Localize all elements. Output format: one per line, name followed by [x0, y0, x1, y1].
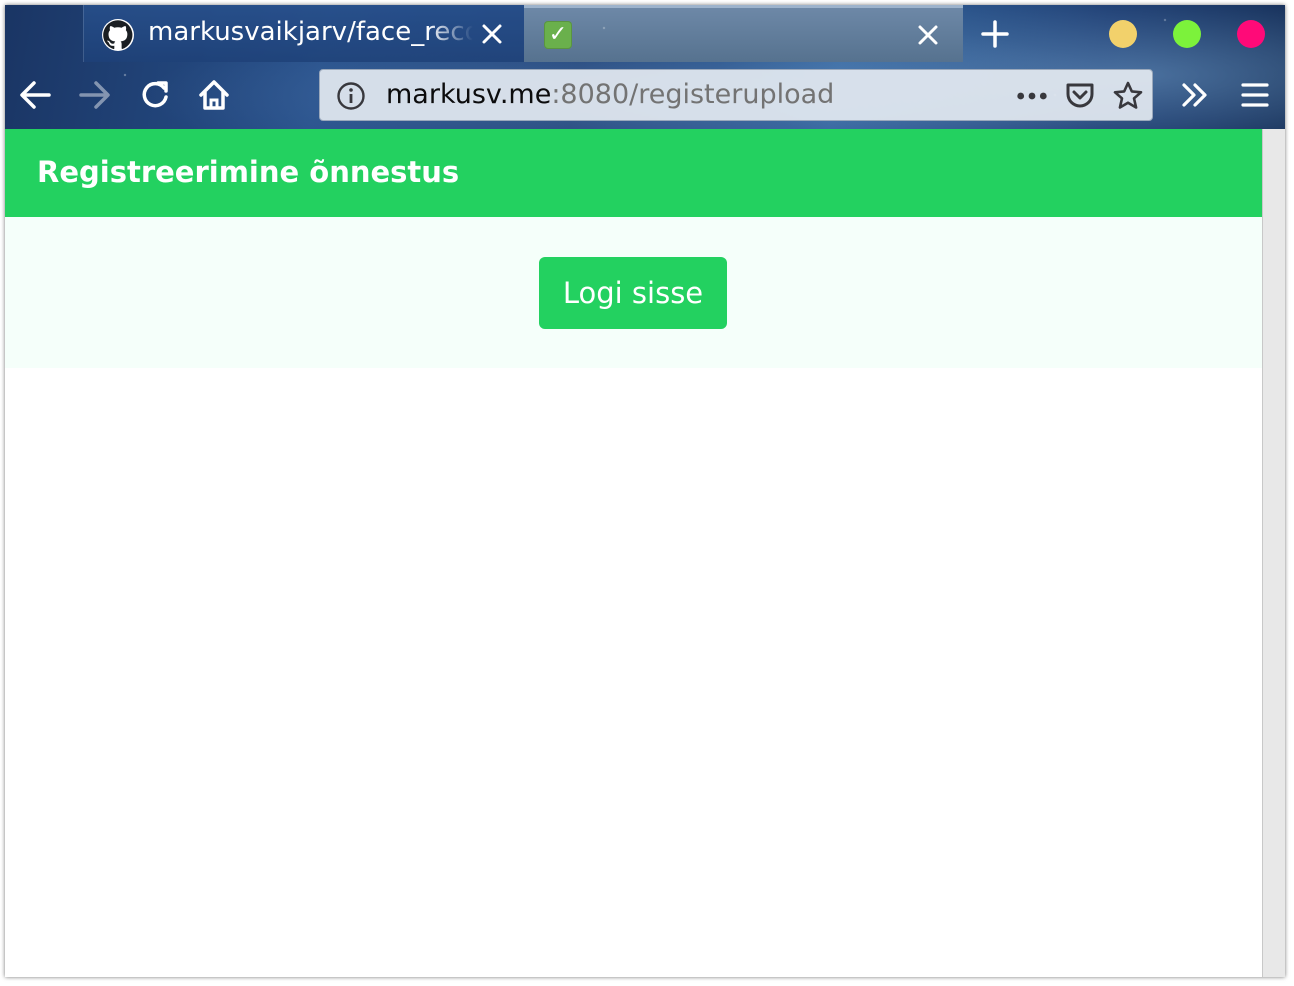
- site-info-icon[interactable]: [336, 81, 366, 111]
- success-header: Registreerimine õnnestus: [5, 129, 1262, 217]
- tab-github[interactable]: markusvaikjarv/face_recognition: [83, 5, 525, 62]
- page-actions-ellipsis-icon[interactable]: [1016, 80, 1048, 112]
- tab-title: markusvaikjarv/face_recognition: [148, 17, 473, 47]
- close-window-button[interactable]: [1237, 20, 1265, 48]
- home-icon[interactable]: [196, 77, 232, 113]
- new-tab-plus-icon[interactable]: [980, 19, 1010, 49]
- github-icon: [102, 19, 134, 51]
- hamburger-menu-icon[interactable]: [1237, 77, 1273, 113]
- overflow-chevron-icon[interactable]: [1177, 77, 1213, 113]
- tab-active[interactable]: ✓: [524, 5, 963, 62]
- browser-chrome: markusvaikjarv/face_recognition ✓: [5, 5, 1285, 130]
- url-path: :8080/registerupload: [551, 79, 835, 110]
- reload-icon[interactable]: [137, 77, 173, 113]
- close-tab-icon[interactable]: [914, 21, 942, 49]
- content-panel: Logi sisse: [5, 217, 1262, 368]
- close-tab-icon[interactable]: [478, 20, 506, 48]
- page-title: Registreerimine õnnestus: [37, 155, 460, 189]
- address-bar[interactable]: markusv.me:8080/registerupload: [319, 69, 1153, 121]
- check-mark-icon: ✓: [544, 21, 572, 49]
- back-arrow-icon[interactable]: [17, 77, 53, 113]
- forward-arrow-icon[interactable]: [77, 77, 113, 113]
- pocket-icon[interactable]: [1064, 80, 1096, 112]
- bookmark-star-icon[interactable]: [1112, 80, 1144, 112]
- url-text[interactable]: markusv.me:8080/registerupload: [386, 79, 834, 110]
- page-viewport: Registreerimine õnnestus Logi sisse: [5, 129, 1285, 977]
- url-host: markusv.me: [386, 79, 552, 110]
- browser-window: markusvaikjarv/face_recognition ✓: [5, 5, 1285, 977]
- maximize-window-button[interactable]: [1173, 20, 1201, 48]
- vertical-scrollbar[interactable]: [1262, 129, 1285, 977]
- minimize-window-button[interactable]: [1109, 20, 1137, 48]
- login-button[interactable]: Logi sisse: [539, 257, 727, 329]
